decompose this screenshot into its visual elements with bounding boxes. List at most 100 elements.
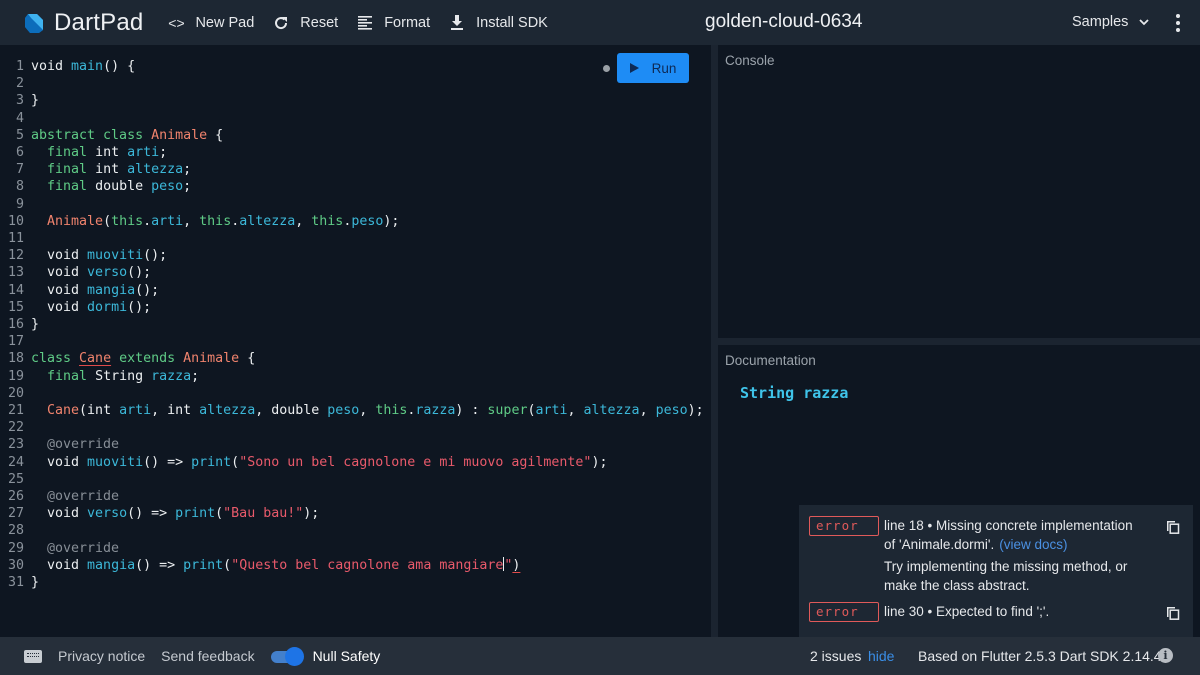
format-button[interactable]: Format — [356, 14, 430, 32]
code-line[interactable]: 24 void muoviti() => print("Sono un bel … — [0, 454, 704, 471]
code-token: (); — [143, 248, 168, 264]
code-token: altezza — [127, 162, 184, 178]
line-number: 4 — [15, 110, 24, 126]
code-line[interactable]: 4 — [0, 110, 704, 127]
send-feedback-link[interactable]: Send feedback — [161, 648, 254, 664]
dartpad-logo[interactable]: DartPad — [22, 9, 143, 37]
run-label: Run — [651, 60, 677, 76]
code-token: this — [375, 403, 408, 419]
line-number: 7 — [15, 162, 24, 178]
code-token: () => — [127, 506, 176, 522]
view-docs-link[interactable]: (view docs) — [999, 537, 1067, 552]
code-line[interactable]: 6 final int arti; — [0, 144, 704, 161]
code-token: } — [31, 93, 40, 109]
code-line[interactable]: 2 — [0, 75, 704, 92]
code-token: print — [175, 506, 216, 522]
line-number: 2 — [15, 76, 24, 92]
code-token: int — [95, 145, 128, 161]
code-line[interactable]: 22 — [0, 419, 704, 436]
code-token: extends — [111, 351, 184, 367]
code-editor[interactable]: 1 void main() {2 3} 4 5 abstract class Animal… — [0, 45, 711, 637]
code-token: ); — [687, 403, 704, 419]
vertical-splitter[interactable] — [711, 45, 718, 637]
samples-dropdown[interactable]: Samples — [1072, 14, 1150, 30]
play-icon — [629, 63, 639, 73]
sdk-version-info: Based on Flutter 2.5.3 Dart SDK 2.14.4 — [918, 648, 1162, 664]
code-line[interactable]: 30 void mangia() => print("Questo bel ca… — [0, 556, 704, 574]
code-line[interactable]: 5 abstract class Animale { — [0, 127, 704, 144]
code-content[interactable]: 1 void main() {2 3} 4 5 abstract class Animal… — [0, 58, 704, 591]
more-menu-button[interactable] — [1168, 12, 1188, 34]
code-token: (); — [135, 282, 160, 298]
code-line[interactable]: 13 void verso(); — [0, 264, 704, 281]
code-token: @override — [47, 540, 120, 556]
copy-icon[interactable] — [1166, 520, 1180, 534]
line-number: 30 — [7, 557, 24, 573]
code-token: final — [47, 179, 96, 195]
code-line[interactable]: 3} — [0, 92, 704, 109]
code-line[interactable]: 28 — [0, 522, 704, 539]
code-line[interactable]: 23 @override — [0, 436, 704, 453]
code-token: int — [95, 162, 128, 178]
code-line[interactable]: 1 void main() { — [0, 58, 704, 75]
code-token: Cane — [79, 351, 112, 367]
code-line[interactable]: 18 class Cane extends Animale { — [0, 350, 704, 367]
copy-icon[interactable] — [1166, 606, 1180, 620]
info-icon[interactable]: i — [1158, 648, 1173, 663]
code-line[interactable]: 17 — [0, 333, 704, 350]
run-button[interactable]: Run — [617, 53, 689, 83]
code-line[interactable]: 9 — [0, 196, 704, 213]
code-line[interactable]: 11 — [0, 230, 704, 247]
issues-count: 2 issues — [810, 648, 862, 664]
code-line[interactable]: 27 void verso() => print("Bau bau!"); — [0, 505, 704, 522]
issue-correction: Try implementing the missing method, or … — [884, 559, 1128, 593]
line-number: 24 — [7, 454, 24, 470]
line-number: 16 — [7, 317, 24, 333]
code-line[interactable]: 25 — [0, 471, 704, 488]
code-line[interactable]: 10 Animale(this.arti, this.altezza, this… — [0, 213, 704, 230]
code-line[interactable]: 19 final String razza; — [0, 368, 704, 385]
new-pad-label: New Pad — [195, 14, 255, 31]
code-line[interactable]: 29 @override — [0, 540, 704, 557]
code-token: "Questo bel cagnolone ama mangiare — [231, 557, 504, 573]
line-number: 22 — [7, 420, 24, 436]
code-token: main — [71, 59, 104, 74]
code-token: @override — [47, 489, 120, 505]
code-token: () { — [103, 59, 136, 74]
code-token: (int — [79, 403, 120, 419]
code-token: "Bau bau!" — [223, 506, 304, 522]
code-line[interactable]: 26 @override — [0, 488, 704, 505]
horizontal-splitter[interactable] — [718, 338, 1200, 345]
code-token: double — [95, 179, 152, 195]
pad-title[interactable]: golden-cloud-0634 — [705, 11, 862, 33]
hide-issues-link[interactable]: hide — [868, 648, 894, 664]
code-line[interactable]: 8 final double peso; — [0, 178, 704, 195]
code-line[interactable]: 20 — [0, 385, 704, 402]
code-token: Animale — [151, 127, 208, 143]
line-number: 26 — [7, 489, 24, 505]
privacy-notice-link[interactable]: Privacy notice — [58, 648, 145, 664]
code-line[interactable]: 7 final int altezza; — [0, 161, 704, 178]
code-line[interactable]: 14 void mangia(); — [0, 282, 704, 299]
code-line[interactable]: 21 Cane(int arti, int altezza, double pe… — [0, 402, 704, 419]
code-token: ) : — [455, 403, 488, 419]
code-line[interactable]: 16} — [0, 316, 704, 333]
line-number: 17 — [7, 334, 24, 350]
code-line[interactable]: 15 void dormi(); — [0, 299, 704, 316]
issues-panel: error line 18 • Missing concrete impleme… — [799, 505, 1193, 637]
reset-button[interactable]: Reset — [272, 14, 338, 32]
code-token: arti — [127, 145, 160, 161]
code-token: abstract class — [31, 127, 152, 143]
null-safety-toggle[interactable] — [270, 647, 304, 666]
code-line[interactable]: 31} — [0, 574, 704, 591]
install-sdk-button[interactable]: Install SDK — [448, 14, 548, 32]
keyboard-icon[interactable] — [24, 649, 42, 663]
new-pad-button[interactable]: <> New Pad — [167, 14, 254, 32]
line-number: 21 — [7, 403, 24, 419]
code-token: } — [31, 317, 40, 333]
code-line[interactable]: 12 void muoviti(); — [0, 247, 704, 264]
line-number: 1 — [15, 59, 24, 74]
footer: Privacy notice Send feedback Null Safety… — [0, 637, 1200, 675]
